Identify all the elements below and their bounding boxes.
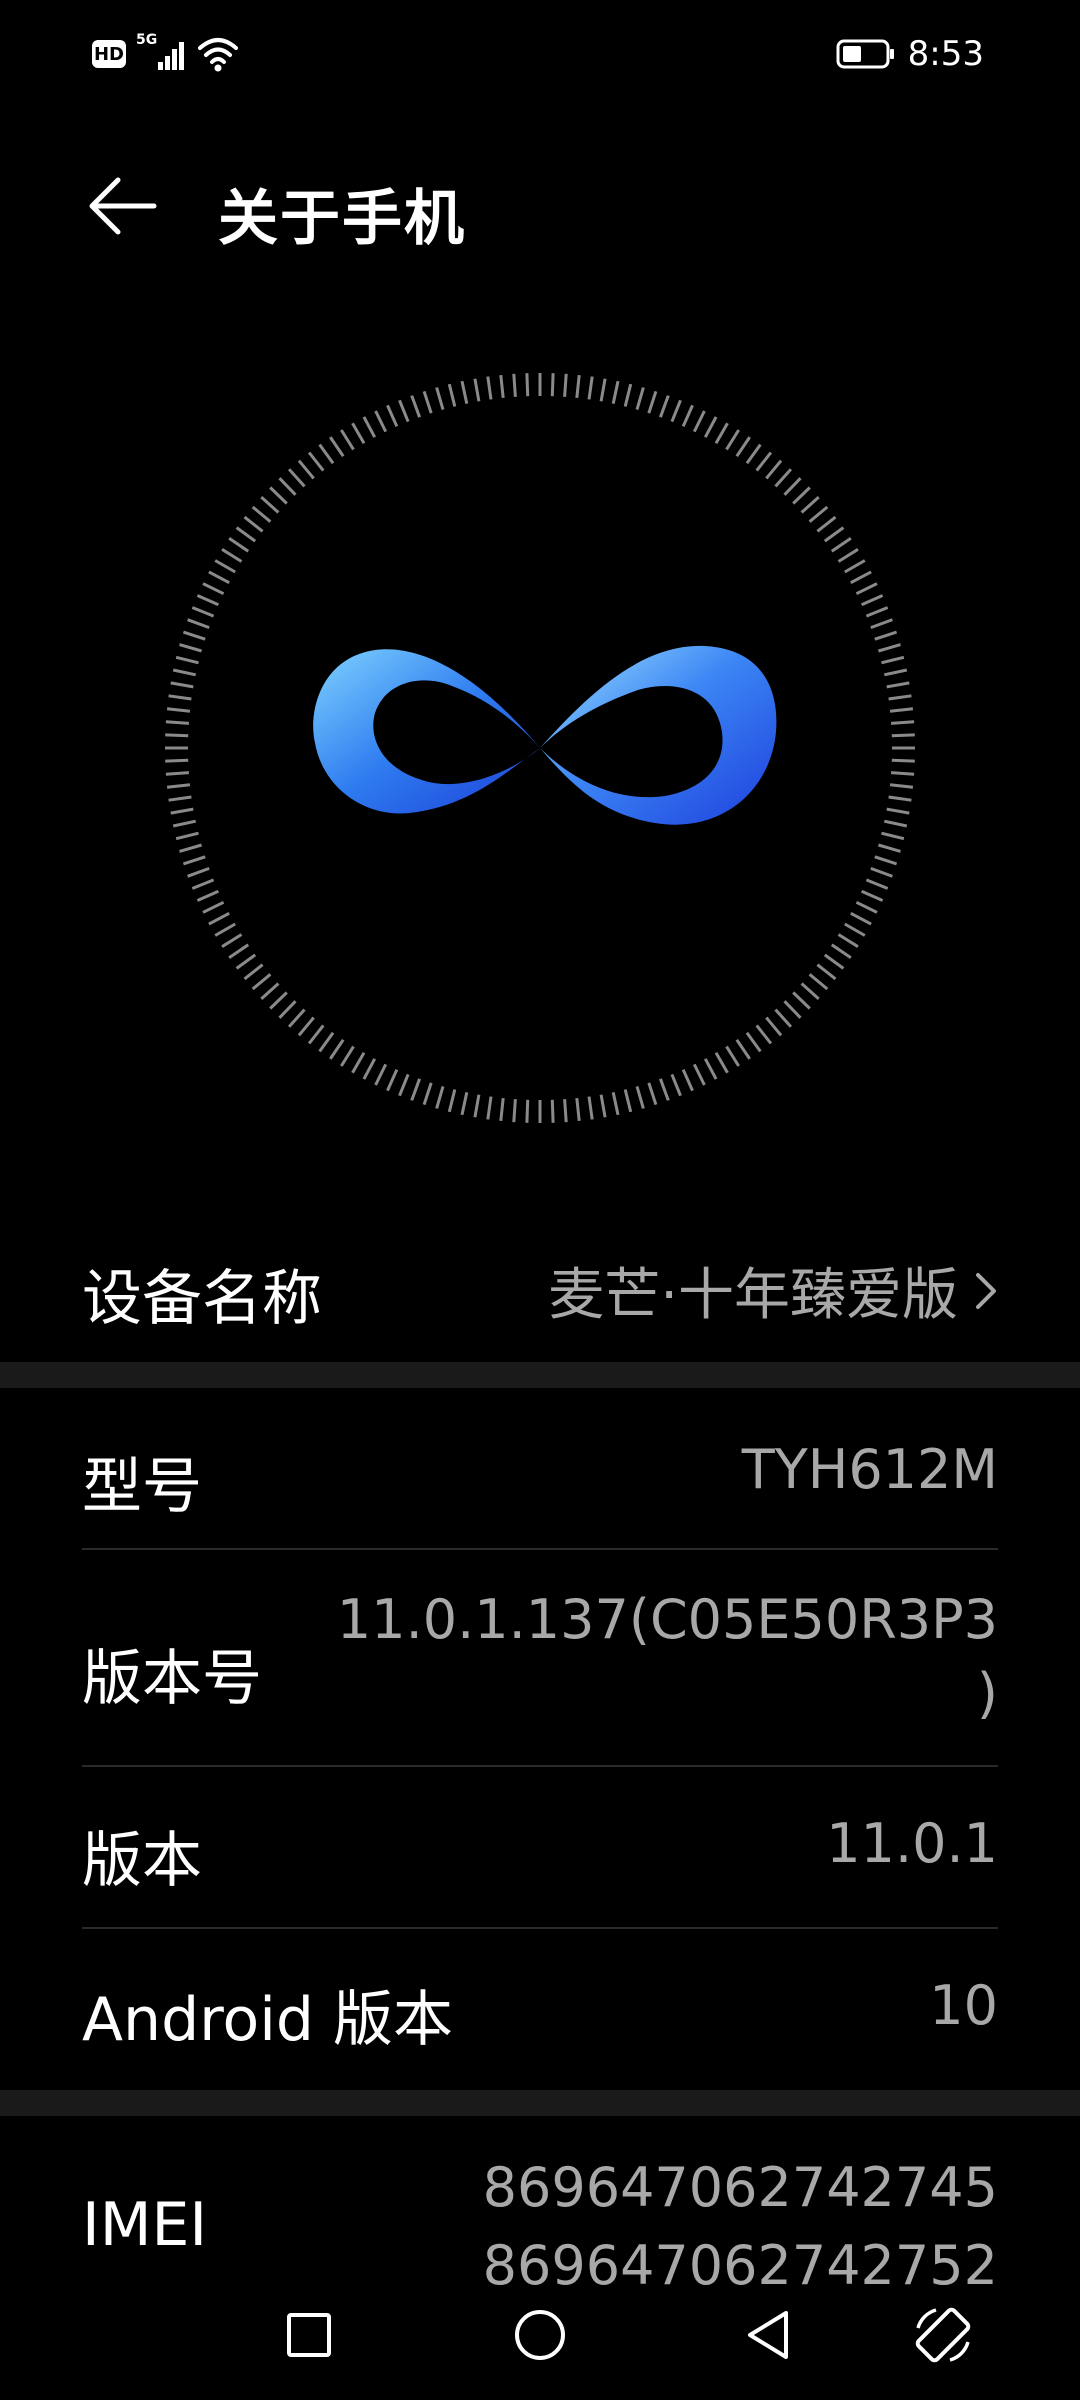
status-left: HD 5G <box>92 32 240 74</box>
network-type-label: 5G <box>136 32 158 48</box>
android-version-value: 10 <box>929 1974 998 2037</box>
rotate-screen-button[interactable] <box>898 2290 988 2380</box>
circle-icon <box>515 2310 565 2360</box>
status-time: 8:53 <box>907 34 984 74</box>
device-name-value-wrap: 麦芒·十年臻爱版 <box>548 1250 998 1331</box>
build-number-value-line1: 11.0.1.137(C05E50R3P3 <box>336 1588 998 1651</box>
wifi-icon <box>198 38 238 72</box>
back-nav-button[interactable] <box>723 2290 813 2380</box>
version-row: 版本 11.0.1 <box>0 1767 1080 1927</box>
imei-label: IMEI <box>82 2190 208 2260</box>
model-label: 型号 <box>82 1452 202 1522</box>
section-divider <box>0 1362 1080 1388</box>
navigation-bar <box>0 2270 1080 2400</box>
logo-area <box>160 368 920 1128</box>
model-row: 型号 TYH612M <box>0 1388 1080 1548</box>
build-number-value-line2: ) <box>976 1662 998 1725</box>
section-divider <box>0 2090 1080 2116</box>
android-version-row: Android 版本 10 <box>0 1929 1080 2089</box>
status-right: 8:53 <box>836 34 984 74</box>
back-arrow-icon <box>89 177 157 235</box>
hd-badge: HD <box>92 40 126 68</box>
back-button[interactable] <box>82 168 162 244</box>
status-bar: HD 5G 8:53 <box>0 0 1080 108</box>
version-value: 11.0.1 <box>826 1812 998 1875</box>
model-value: TYH612M <box>741 1438 998 1501</box>
version-label: 版本 <box>82 1826 202 1896</box>
page-title: 关于手机 <box>218 184 466 254</box>
imei-row: IMEI 869647062742745 869647062742752 <box>0 2116 1080 2297</box>
home-button[interactable] <box>495 2290 585 2380</box>
device-name-label: 设备名称 <box>82 1264 322 1334</box>
battery-icon <box>836 39 894 69</box>
infinity-logo-icon <box>313 645 777 825</box>
build-number-label: 版本号 <box>82 1644 262 1714</box>
android-version-label: Android 版本 <box>82 1985 454 2055</box>
imei-value-1: 869647062742745 <box>482 2156 998 2219</box>
build-number-row[interactable]: 版本号 11.0.1.137(C05E50R3P3 ) <box>0 1550 1080 1765</box>
header: 关于手机 <box>0 150 1080 260</box>
recents-button[interactable] <box>264 2290 354 2380</box>
device-name-row[interactable]: 设备名称 麦芒·十年臻爱版 <box>0 1220 1080 1340</box>
square-icon <box>287 2313 331 2357</box>
cellular-signal-icon: 5G <box>136 32 186 74</box>
rotate-screen-icon <box>915 2307 971 2363</box>
device-name-value: 麦芒·十年臻爱版 <box>548 1263 958 1328</box>
triangle-back-icon <box>748 2311 788 2359</box>
chevron-right-icon <box>976 1272 996 1309</box>
